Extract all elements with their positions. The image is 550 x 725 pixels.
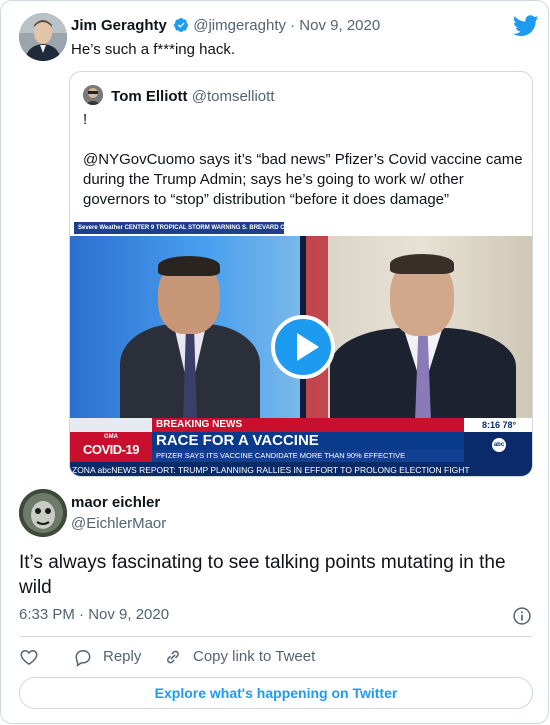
- explore-twitter-button[interactable]: Explore what's happening on Twitter: [19, 677, 533, 709]
- reply-label: Reply: [103, 648, 142, 665]
- reply-bubble-icon: [75, 650, 91, 667]
- gma-label: GMA: [104, 434, 118, 440]
- weather-alert: Severe Weather CENTER 9 TROPICAL STORM W…: [74, 222, 306, 234]
- covid-label: COVID-19: [83, 442, 139, 457]
- covid-badge: GMA COVID-19: [70, 432, 152, 462]
- abc-logo: abc: [492, 438, 506, 452]
- verified-badge-icon: [173, 17, 189, 33]
- quoted-text-paragraph: @NYGovCuomo says it’s “bad news” Pfizer’…: [83, 151, 523, 208]
- author-handle[interactable]: @EichlerMaor: [71, 515, 166, 532]
- quote-tweet-text: He’s such a f***ing hack.: [71, 41, 235, 58]
- heart-icon: [20, 649, 38, 665]
- avatar[interactable]: [83, 85, 103, 105]
- link-icon: [167, 650, 179, 664]
- copy-link-button[interactable]: Copy link to Tweet: [163, 647, 343, 669]
- author-handle-date[interactable]: @jimgeraghty · Nov 9, 2020: [193, 17, 380, 34]
- main-tweet-text: It’s always fascinating to see talking p…: [19, 552, 506, 598]
- tweet-actions: Reply Copy link to Tweet: [19, 647, 533, 669]
- info-icon[interactable]: [512, 606, 532, 626]
- main-tweet-header: maor eichler @EichlerMaor: [19, 489, 519, 537]
- headline: RACE FOR A VACCINE: [152, 432, 464, 450]
- quoted-tweet-text: ! @NYGovCuomo says it’s “bad news” Pfize…: [83, 110, 523, 210]
- news-ticker: ZONA abcNEWS REPORT: TRUMP PLANNING RALL…: [70, 462, 532, 476]
- video-player[interactable]: Severe Weather CENTER 9 TROPICAL STORM W…: [70, 220, 532, 476]
- play-icon[interactable]: [271, 315, 335, 379]
- twitter-bird-icon[interactable]: [512, 15, 539, 37]
- reply-button[interactable]: Reply: [73, 647, 153, 669]
- quoted-author-name[interactable]: Tom Elliott: [111, 88, 187, 105]
- time-temperature: 8:16 78°: [464, 418, 532, 432]
- quoted-tweet[interactable]: Tom Elliott @tomselliott ! @NYGovCuomo s…: [69, 71, 533, 477]
- video-right-pane: [306, 236, 532, 424]
- quoted-author-handle[interactable]: @tomselliott: [192, 88, 275, 105]
- divider: [19, 636, 533, 637]
- tweet-timestamp[interactable]: 6:33 PM · Nov 9, 2020: [19, 606, 169, 623]
- author-line: Jim Geraghty @jimgeraghty · Nov 9, 2020: [71, 17, 380, 34]
- quote-tweet-header: Jim Geraghty @jimgeraghty · Nov 9, 2020 …: [19, 13, 539, 65]
- network-logo-box: abc: [464, 432, 532, 462]
- copy-link-label: Copy link to Tweet: [193, 648, 316, 665]
- avatar[interactable]: [19, 489, 67, 537]
- author-name[interactable]: Jim Geraghty: [71, 17, 167, 34]
- video-top-bar: Severe Weather CENTER 9 TROPICAL STORM W…: [70, 220, 532, 236]
- tweet-card: Jim Geraghty @jimgeraghty · Nov 9, 2020 …: [0, 0, 549, 724]
- quoted-author-line: Tom Elliott @tomselliott: [83, 85, 274, 105]
- subheadline: PFIZER SAYS ITS VACCINE CANDIDATE MORE T…: [152, 450, 464, 462]
- like-button[interactable]: [19, 647, 41, 669]
- breaking-news-label: BREAKING NEWS: [152, 418, 464, 432]
- author-name[interactable]: maor eichler: [71, 494, 160, 511]
- avatar[interactable]: [19, 13, 67, 61]
- quoted-text-line: !: [83, 111, 88, 128]
- video-left-pane: [70, 236, 300, 424]
